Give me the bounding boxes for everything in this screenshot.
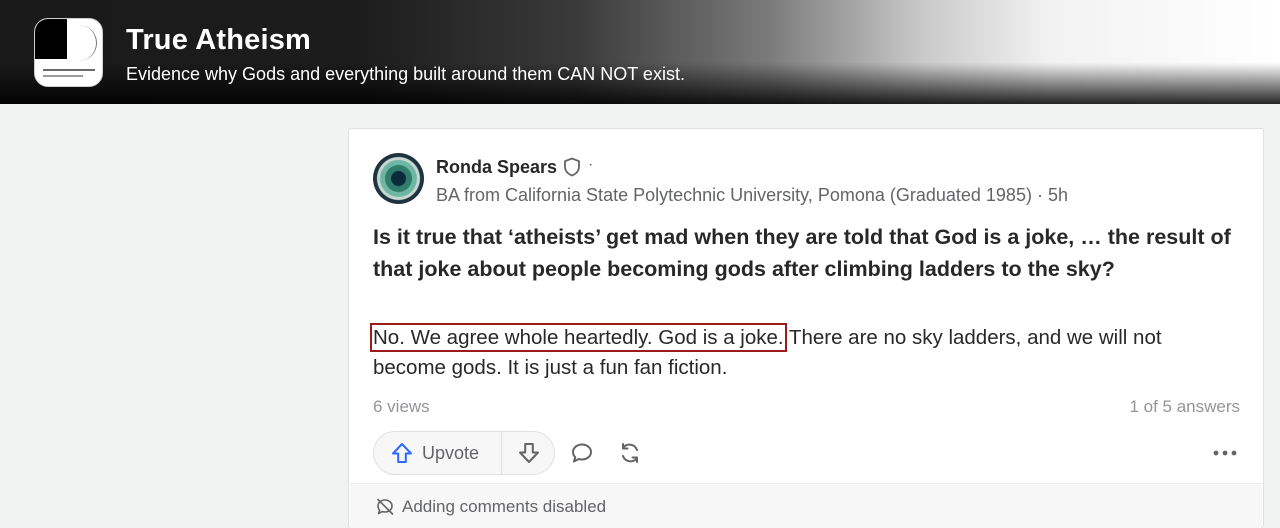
logo-line bbox=[43, 75, 83, 77]
logo-curve bbox=[75, 25, 97, 61]
space-description: Evidence why Gods and everything built a… bbox=[126, 64, 685, 84]
vote-control: Upvote bbox=[373, 431, 555, 475]
author-name[interactable]: Ronda Spears bbox=[436, 157, 557, 178]
space-logo[interactable] bbox=[34, 18, 103, 87]
space-title[interactable]: True Atheism bbox=[126, 24, 311, 57]
answer-body: No. We agree whole heartedly. God is a j… bbox=[370, 323, 1223, 383]
comments-section: Adding comments disabled bbox=[350, 483, 1262, 528]
shield-icon bbox=[564, 157, 580, 177]
ellipsis-icon bbox=[1213, 450, 1237, 456]
author-credential[interactable]: BA from California State Polytechnic Uni… bbox=[436, 185, 1068, 206]
logo-block bbox=[35, 19, 67, 59]
comment-off-icon bbox=[377, 498, 394, 515]
share-button[interactable] bbox=[615, 438, 645, 468]
comments-disabled-label: Adding comments disabled bbox=[402, 497, 607, 516]
avatar[interactable] bbox=[373, 153, 424, 204]
downvote-arrow-icon bbox=[518, 443, 539, 463]
share-arrows-icon bbox=[622, 443, 638, 463]
more-options-button[interactable] bbox=[1207, 438, 1243, 468]
space-header: True Atheism Evidence why Gods and every… bbox=[0, 0, 1280, 104]
comment-bubble-icon bbox=[572, 443, 592, 463]
logo-line bbox=[43, 69, 95, 71]
downvote-button[interactable] bbox=[502, 432, 555, 474]
upvote-arrow-icon bbox=[392, 443, 412, 463]
question-title[interactable]: Is it true that ‘atheists’ get mad when … bbox=[373, 221, 1233, 285]
highlighted-sentence: No. We agree whole heartedly. God is a j… bbox=[370, 323, 787, 352]
view-count: 6 views bbox=[373, 397, 430, 416]
upvote-label: Upvote bbox=[422, 442, 480, 463]
upvote-button[interactable]: Upvote bbox=[374, 432, 501, 474]
answer-card: Ronda Spears · BA from California State … bbox=[348, 128, 1264, 528]
comment-button[interactable] bbox=[567, 438, 597, 468]
answer-pagination[interactable]: 1 of 5 answers bbox=[1129, 397, 1240, 417]
separator-dot: · bbox=[588, 156, 594, 173]
